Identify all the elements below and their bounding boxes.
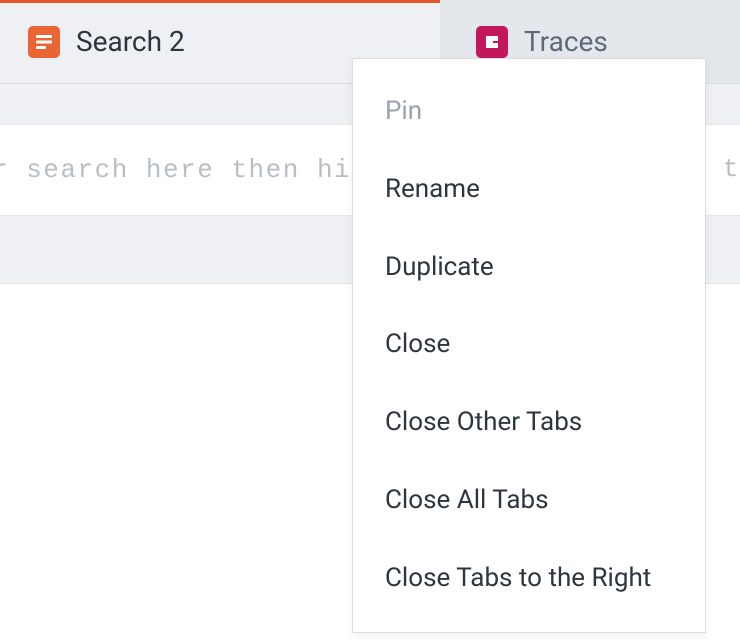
- menu-item-pin[interactable]: Pin: [353, 73, 705, 151]
- menu-item-close-right[interactable]: Close Tabs to the Right: [353, 540, 705, 618]
- menu-item-duplicate[interactable]: Duplicate: [353, 229, 705, 307]
- search-tab-icon: [28, 26, 60, 58]
- traces-tab-icon: [476, 26, 508, 58]
- search-placeholder: r search here then hit E: [0, 155, 402, 185]
- menu-item-rename[interactable]: Rename: [353, 151, 705, 229]
- menu-item-close-all[interactable]: Close All Tabs: [353, 462, 705, 540]
- tab-label: Search 2: [76, 25, 185, 58]
- menu-item-close-other[interactable]: Close Other Tabs: [353, 384, 705, 462]
- tab-label: Traces: [524, 25, 608, 58]
- tab-context-menu: Pin Rename Duplicate Close Close Other T…: [352, 58, 706, 633]
- menu-item-close[interactable]: Close: [353, 306, 705, 384]
